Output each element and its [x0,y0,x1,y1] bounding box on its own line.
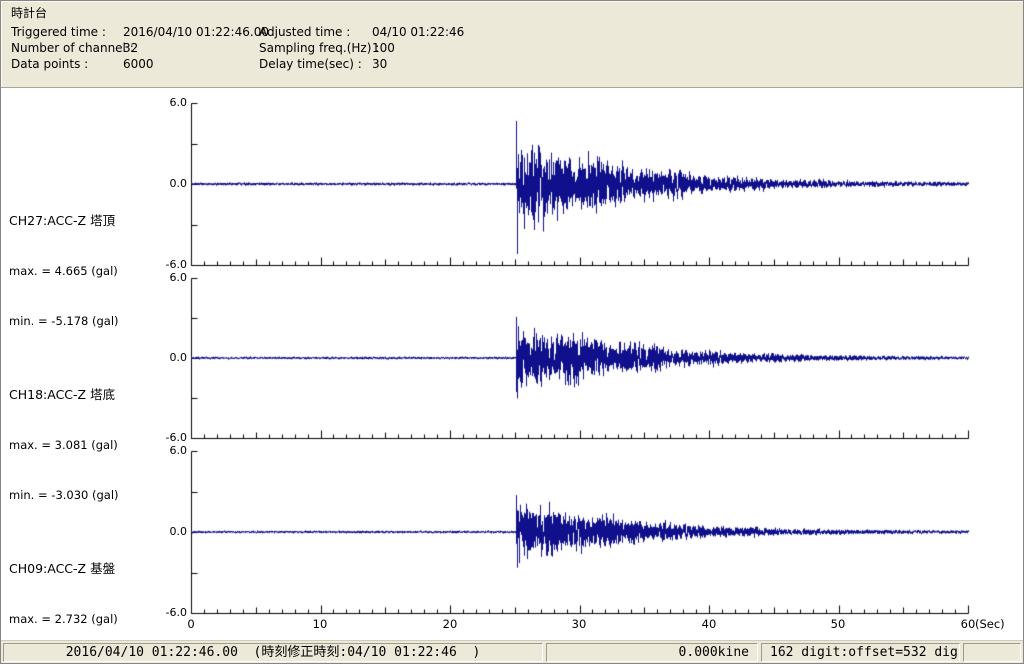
x-axis-unit-label: (Sec) [975,617,1005,631]
channel-min-value: min. = -3.030 (gal) [9,488,119,502]
x-tick-label: 40 [701,617,717,631]
app-window: 時計台 Triggered time : 2016/04/10 01:22:46… [0,0,1024,664]
triggered-time-value: 2016/04/10 01:22:46.00 [123,25,269,39]
x-tick-label: 0 [187,617,195,631]
x-tick-label: 50 [830,617,846,631]
x-tick-label: 60 [960,617,976,631]
delay-time-value: 30 [372,57,388,71]
y-tick-label: -6.0 [165,606,187,619]
status-digit-pane: 162 digit:offset=532 digit [761,643,960,662]
y-tick-label: 6.0 [169,271,188,284]
y-tick-label: 0.0 [169,351,188,364]
y-tick-label: 0.0 [169,177,188,190]
channel-count-label: Number of channel : [11,41,134,55]
channel-min-value: min. = -5.178 (gal) [9,314,119,328]
triggered-time-label: Triggered time : [11,25,106,39]
data-points-label: Data points : [11,57,89,71]
x-tick-label: 30 [571,617,587,631]
x-tick-label: 10 [312,617,328,631]
channel-name: CH09:ACC-Z 基盤 [9,561,116,576]
y-tick-label: -6.0 [165,258,187,271]
status-extra-pane [963,643,1021,662]
waveform-plot-area: CH27:ACC-Z 塔頂 max. = 4.665 (gal) min. = … [1,88,1023,642]
channel-count-value: 32 [123,41,139,55]
app-title: 時計台 [11,6,48,20]
x-tick-label: 20 [442,617,458,631]
channel-name: CH27:ACC-Z 塔頂 [9,213,116,228]
channel-name: CH18:ACC-Z 塔底 [9,387,116,402]
sampling-freq-label: Sampling freq.(Hz) : [259,41,380,55]
status-time-pane: 2016/04/10 01:22:46.00 (時刻修正時刻:04/10 01:… [3,643,543,662]
y-tick-label: 0.0 [169,525,188,538]
data-points-value: 6000 [123,57,154,71]
adjusted-time-value: 04/10 01:22:46 [372,25,465,39]
status-kine-pane: 0.000kine [546,643,758,662]
status-bar: 2016/04/10 01:22:46.00 (時刻修正時刻:04/10 01:… [1,640,1023,663]
sampling-freq-value: 100 [372,41,395,55]
y-tick-label: -6.0 [165,431,187,444]
adjusted-time-label: Adjusted time : [259,25,351,39]
header-panel: 時計台 Triggered time : 2016/04/10 01:22:46… [1,1,1023,88]
y-tick-label: 6.0 [169,444,188,457]
y-tick-label: 6.0 [169,96,188,109]
delay-time-label: Delay time(sec) : [259,57,362,71]
